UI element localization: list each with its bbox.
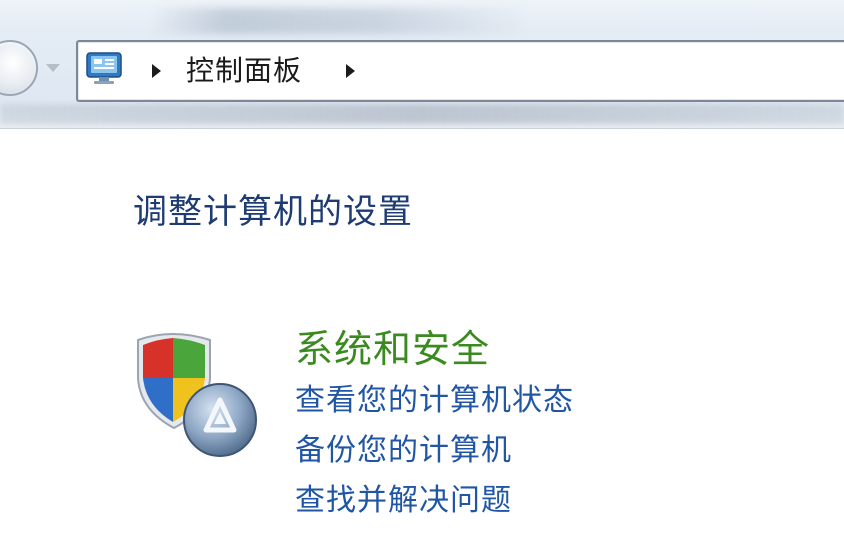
link-troubleshoot[interactable]: 查找并解决问题 <box>295 482 512 520</box>
link-view-computer-status[interactable]: 查看您的计算机状态 <box>295 382 574 420</box>
breadcrumb-control-panel[interactable]: 控制面板 <box>186 54 302 88</box>
blurred-title-region <box>150 8 530 34</box>
security-shield-icon[interactable] <box>132 326 264 458</box>
breadcrumb-separator-icon[interactable] <box>152 64 161 78</box>
breadcrumb-expand-icon[interactable] <box>346 64 355 78</box>
control-panel-icon <box>86 52 122 84</box>
blurred-toolbar-region <box>0 104 844 124</box>
recent-pages-dropdown-icon[interactable] <box>46 64 60 72</box>
page-title: 调整计算机的设置 <box>133 192 413 232</box>
category-title-system-security[interactable]: 系统和安全 <box>295 326 490 372</box>
link-backup-computer[interactable]: 备份您的计算机 <box>295 432 512 470</box>
